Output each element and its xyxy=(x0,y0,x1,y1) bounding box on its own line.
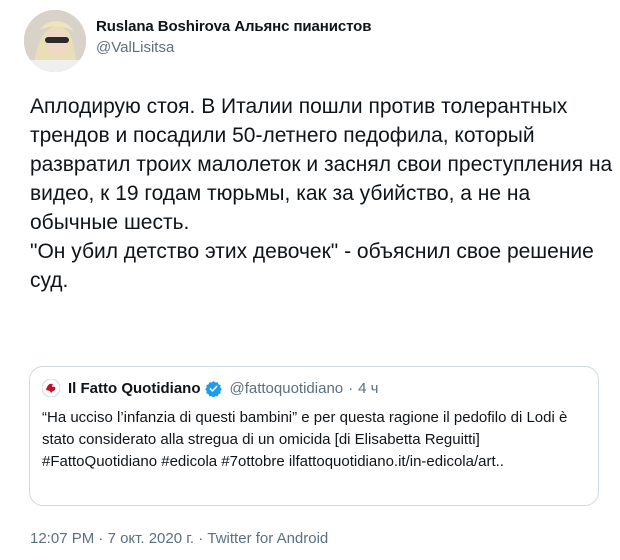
author-names: Ruslana Boshirova Альянс пианистов @ValL… xyxy=(96,18,371,56)
quoted-timestamp[interactable]: 4 ч xyxy=(358,380,378,397)
tweet-time[interactable]: 12:07 PM xyxy=(30,530,94,547)
fatto-quotidiano-logo-icon xyxy=(42,379,60,397)
quoted-tweet-text: “Ha ucciso l’infanzia di questi bambini”… xyxy=(42,409,568,470)
author-display-name[interactable]: Ruslana Boshirova Альянс пианистов xyxy=(96,18,371,35)
footer-separator: · xyxy=(94,530,108,547)
verified-badge-icon xyxy=(205,380,223,397)
tweet-header: Ruslana Boshirova Альянс пианистов @ValL… xyxy=(24,10,604,74)
quoted-separator: · xyxy=(348,379,354,397)
quoted-tweet[interactable]: Il Fatto Quotidiano @fattoquotidiano · 4… xyxy=(29,366,599,506)
quoted-tweet-header: Il Fatto Quotidiano @fattoquotidiano · 4… xyxy=(42,377,378,399)
tweet-date[interactable]: 7 окт. 2020 г. xyxy=(108,530,194,547)
footer-separator: · xyxy=(194,530,208,547)
tweet-footer: 12:07 PM · 7 окт. 2020 г. · Twitter for … xyxy=(30,530,328,547)
quoted-author-name[interactable]: Il Fatto Quotidiano xyxy=(68,380,200,397)
tweet-text: Аплодирую стоя. В Италии пошли против то… xyxy=(30,95,613,292)
quoted-author-handle[interactable]: @fattoquotidiano xyxy=(229,380,343,397)
tweet-source[interactable]: Twitter for Android xyxy=(207,530,328,547)
author-handle[interactable]: @ValLisitsa xyxy=(96,39,371,56)
tweet-card: Ruslana Boshirova Альянс пианистов @ValL… xyxy=(0,0,620,560)
avatar[interactable] xyxy=(24,10,86,72)
